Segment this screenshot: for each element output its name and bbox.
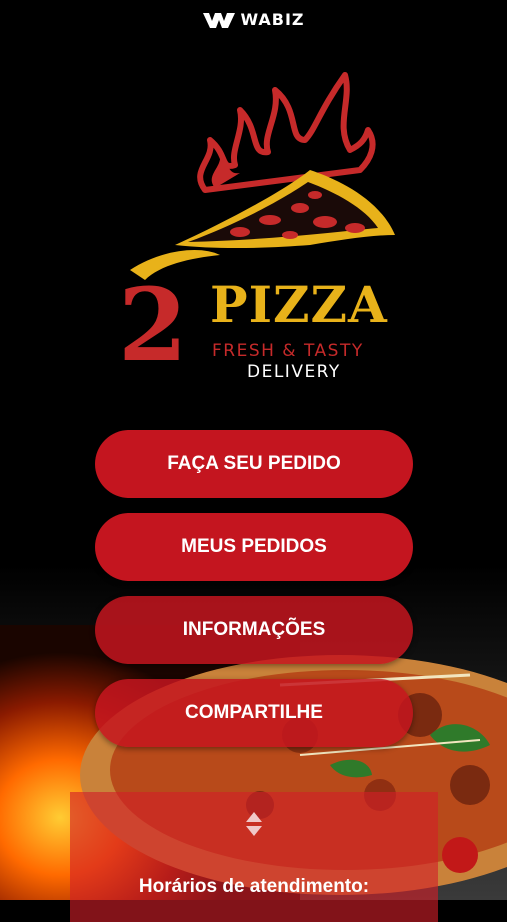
up-down-arrows-icon[interactable] bbox=[244, 810, 264, 838]
main-menu: FAÇA SEU PEDIDO MEUS PEDIDOS INFORMAÇÕES… bbox=[95, 430, 413, 762]
brand-number-2: 2 bbox=[118, 266, 188, 384]
opening-hours-title: Horários de atendimento: bbox=[138, 876, 370, 897]
wabiz-brand-text: WABIZ bbox=[240, 10, 305, 29]
brand-service: DELIVERY bbox=[247, 362, 341, 382]
wabiz-logo-icon bbox=[203, 12, 236, 28]
restaurant-logo: 2 PIZZA FRESH & TASTY DELIVERY bbox=[110, 70, 400, 390]
information-button[interactable]: INFORMAÇÕES bbox=[95, 596, 413, 664]
share-button[interactable]: COMPARTILHE bbox=[95, 679, 413, 747]
my-orders-button[interactable]: MEUS PEDIDOS bbox=[95, 513, 413, 581]
opening-hours-panel[interactable]: Horários de atendimento: bbox=[70, 792, 438, 922]
place-order-button[interactable]: FAÇA SEU PEDIDO bbox=[95, 430, 413, 498]
wabiz-header: WABIZ bbox=[0, 10, 507, 29]
brand-tagline: FRESH & TASTY bbox=[212, 341, 364, 361]
brand-name: PIZZA bbox=[210, 275, 388, 334]
